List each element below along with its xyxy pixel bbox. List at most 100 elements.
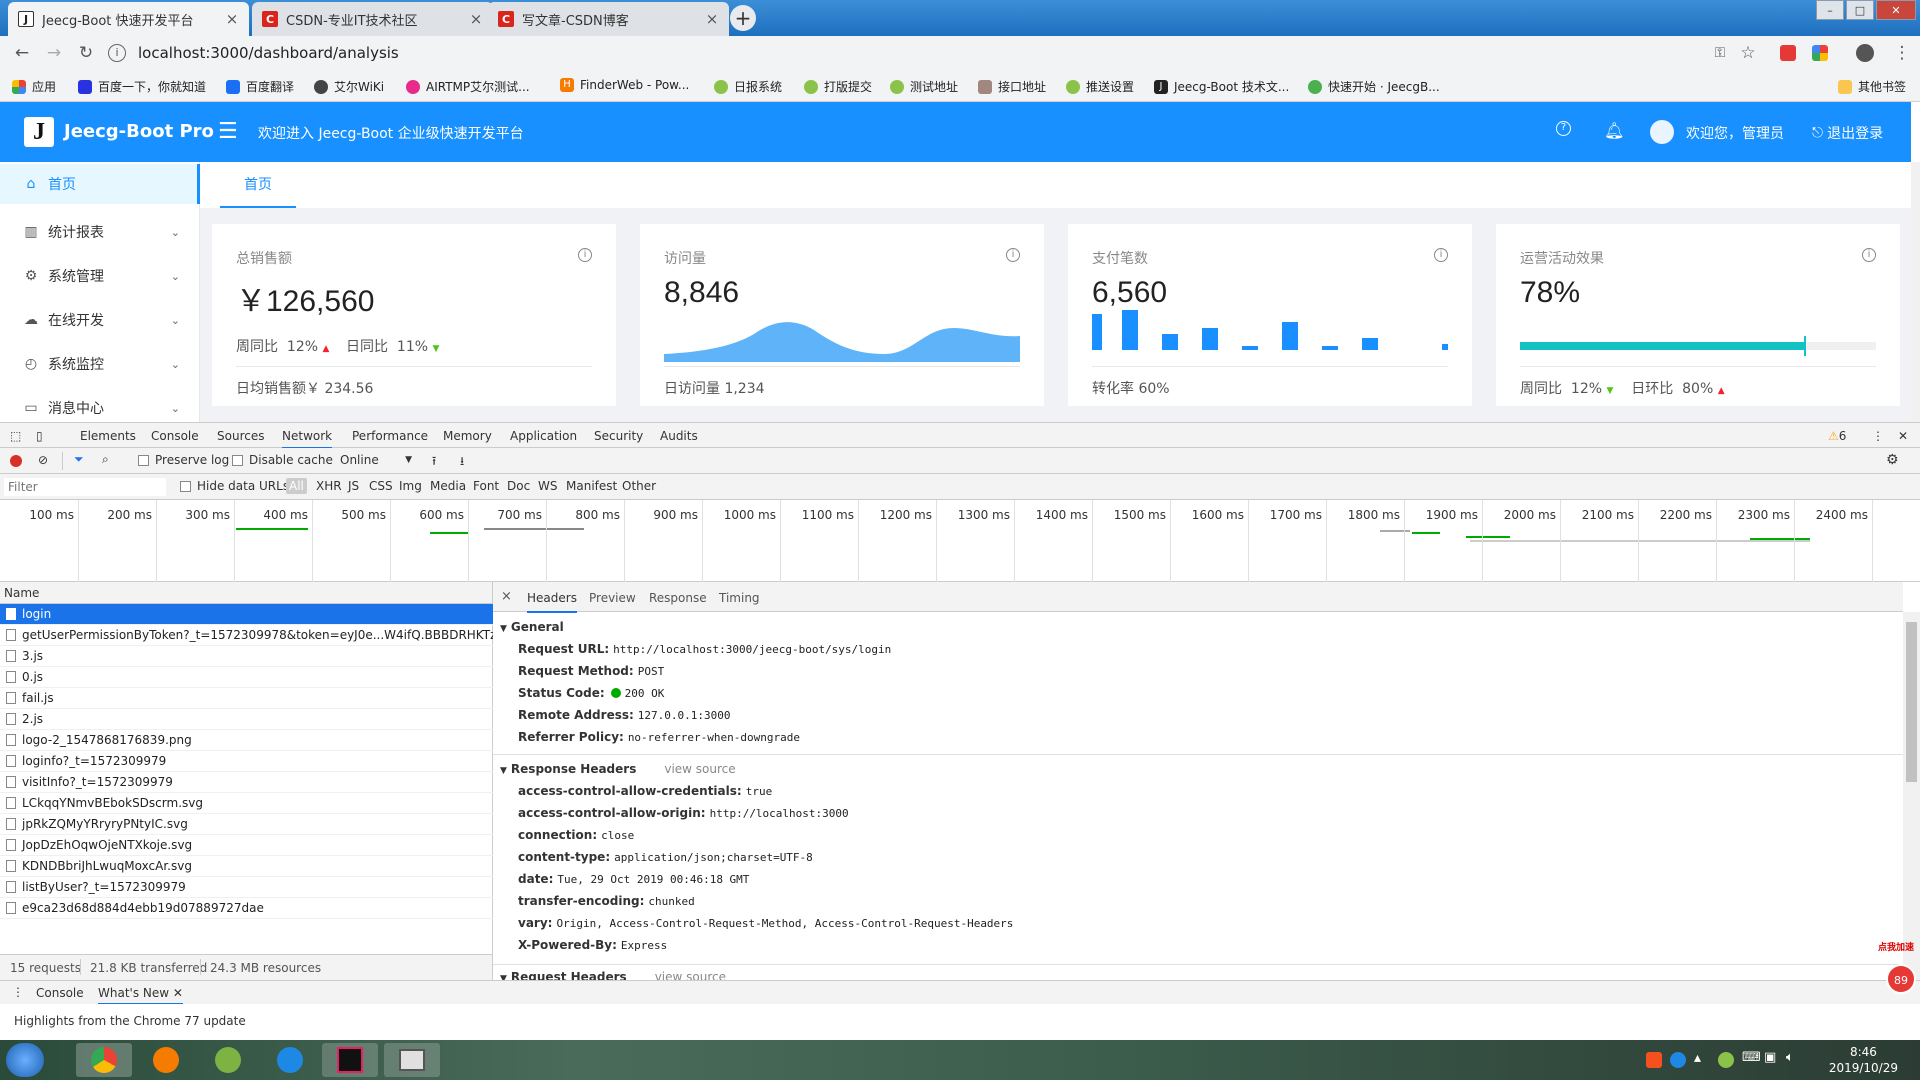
type-filter-media[interactable]: Media	[430, 479, 466, 493]
profile-icon[interactable]	[1856, 44, 1874, 62]
type-filter-ws[interactable]: WS	[538, 479, 557, 493]
bookmark-item[interactable]: 测试地址	[890, 78, 958, 95]
taskbar-app[interactable]	[200, 1043, 256, 1077]
type-filter-js[interactable]: JS	[348, 479, 359, 493]
extension-icon[interactable]	[1780, 45, 1796, 61]
start-button[interactable]	[6, 1043, 44, 1077]
taskbar-app[interactable]	[384, 1043, 440, 1077]
sidebar-item-reports[interactable]: ▥ 统计报表 ⌄	[0, 212, 200, 252]
avatar[interactable]	[1650, 120, 1674, 144]
maximize-button[interactable]: □	[1846, 0, 1874, 20]
user-name[interactable]: 欢迎您，管理员	[1686, 123, 1784, 143]
request-row[interactable]: loginfo?_t=1572309979	[0, 751, 493, 772]
key-icon[interactable]: ⚿	[1710, 43, 1730, 63]
tab-response[interactable]: Response	[649, 591, 707, 605]
window-close-button[interactable]: ✕	[1876, 0, 1916, 20]
request-row[interactable]: logo-2_1547868176839.png	[0, 730, 493, 751]
close-detail-icon[interactable]: ×	[501, 589, 512, 604]
throttle-select[interactable]: Online ▼	[340, 453, 412, 467]
sidebar-item-monitor[interactable]: ◴ 系统监控 ⌄	[0, 344, 200, 384]
extension-icon[interactable]	[1812, 45, 1828, 61]
info-icon[interactable]: i	[1006, 248, 1020, 262]
import-har-icon[interactable]: ⭱	[432, 452, 436, 473]
forward-icon[interactable]: →	[44, 43, 64, 63]
view-source-link[interactable]: view source	[655, 970, 726, 980]
tray-icon[interactable]	[1670, 1052, 1686, 1068]
bookmark-apps[interactable]: 应用	[12, 78, 56, 95]
type-filter-img[interactable]: Img	[399, 479, 422, 493]
devtools-close-icon[interactable]: ✕	[1898, 429, 1908, 443]
logout-button[interactable]: ⎋ 退出登录	[1812, 123, 1883, 143]
preserve-log-checkbox[interactable]: Preserve log	[138, 453, 229, 467]
export-har-icon[interactable]: ⭳	[460, 452, 464, 473]
panel-sources[interactable]: Sources	[217, 429, 264, 443]
bookmark-item[interactable]: 艾尔WiKi	[314, 78, 384, 95]
taskbar-app[interactable]	[262, 1043, 318, 1077]
bookmark-item[interactable]: 打版提交	[804, 78, 872, 95]
devtools-menu-icon[interactable]: ⋮	[1872, 429, 1884, 443]
panel-network[interactable]: Network	[282, 429, 333, 449]
warning-counter[interactable]: ⚠6	[1828, 429, 1846, 443]
browser-tab-csdn[interactable]: C CSDN-专业IT技术社区 ×	[252, 2, 493, 36]
type-filter-manifest[interactable]: Manifest	[566, 479, 617, 493]
request-row[interactable]: fail.js	[0, 688, 493, 709]
info-icon[interactable]: i	[1862, 248, 1876, 262]
menu-icon[interactable]: ⋮	[1892, 43, 1912, 63]
taskbar-chrome[interactable]	[76, 1043, 132, 1077]
type-filter-all[interactable]: All	[286, 478, 307, 494]
bookmark-item[interactable]: J Jeecg-Boot 技术文...	[1154, 78, 1289, 95]
other-bookmarks[interactable]: 其他书签	[1838, 78, 1906, 95]
request-list-header[interactable]: Name	[0, 582, 493, 604]
star-icon[interactable]: ☆	[1738, 43, 1758, 63]
bookmark-item[interactable]: H FinderWeb - Pow...	[560, 78, 689, 92]
panel-audits[interactable]: Audits	[660, 429, 698, 443]
drawer-menu-icon[interactable]: ⋮	[12, 985, 24, 999]
response-headers-section-header[interactable]: ▼ Response Headers view source	[500, 762, 736, 776]
bookmark-item[interactable]: 快速开始 · JeecgB...	[1308, 78, 1440, 95]
bookmark-item[interactable]: AIRTMP艾尔测试...	[406, 78, 530, 95]
settings-gear-icon[interactable]: ⚙	[1886, 452, 1899, 468]
tray-icon[interactable]	[1646, 1052, 1662, 1068]
hide-data-urls-checkbox[interactable]: Hide data URLs	[180, 479, 289, 493]
close-icon[interactable]: ×	[225, 10, 239, 28]
close-icon[interactable]: ×	[469, 10, 483, 28]
request-row[interactable]: LCkqqYNmvBEbokSDscrm.svg	[0, 793, 493, 814]
disable-cache-checkbox[interactable]: Disable cache	[232, 453, 333, 467]
type-filter-font[interactable]: Font	[473, 479, 499, 493]
tab-preview[interactable]: Preview	[589, 591, 636, 605]
browser-tab-csdn-write[interactable]: C 写文章-CSDN博客 ×	[488, 2, 729, 36]
type-filter-doc[interactable]: Doc	[507, 479, 530, 493]
request-row[interactable]: JopDzEhOqwOjeNTXkoje.svg	[0, 835, 493, 856]
type-filter-css[interactable]: CSS	[369, 479, 393, 493]
bookmark-item[interactable]: 百度翻译	[226, 78, 294, 95]
inspect-icon[interactable]: ⬚	[10, 429, 21, 443]
detail-scrollbar[interactable]	[1903, 612, 1920, 980]
info-icon[interactable]: i	[108, 44, 126, 62]
clear-icon[interactable]: ⊘	[38, 453, 48, 467]
scrollbar-thumb[interactable]	[1906, 622, 1917, 782]
sidebar-item-system[interactable]: ⚙ 系统管理 ⌄	[0, 256, 200, 296]
bell-icon[interactable]: 🔔︎	[1604, 121, 1624, 140]
bookmark-item[interactable]: 百度一下，你就知道	[78, 78, 206, 95]
sidebar-item-online-dev[interactable]: ☁ 在线开发 ⌄	[0, 300, 200, 340]
help-icon[interactable]: ?	[1556, 121, 1571, 136]
accelerator-widget[interactable]: 点我加速 89	[1872, 940, 1920, 994]
request-row[interactable]: 2.js	[0, 709, 493, 730]
minimize-button[interactable]: –	[1816, 0, 1844, 20]
request-row[interactable]: KDNDBbriJhLwuqMoxcAr.svg	[0, 856, 493, 877]
taskbar-clock[interactable]: 8:46 2019/10/29	[1829, 1044, 1898, 1076]
tray-icon[interactable]	[1718, 1052, 1734, 1068]
new-tab-button[interactable]: +	[730, 5, 756, 31]
tab-headers[interactable]: Headers	[527, 591, 577, 613]
panel-elements[interactable]: Elements	[80, 429, 136, 443]
record-icon[interactable]	[10, 455, 22, 467]
request-headers-section-header[interactable]: ▼ Request Headers view source	[500, 970, 726, 980]
general-section-header[interactable]: ▼ General	[500, 620, 564, 634]
bookmark-item[interactable]: 推送设置	[1066, 78, 1134, 95]
info-icon[interactable]: i	[1434, 248, 1448, 262]
close-icon[interactable]: ✕	[173, 986, 183, 1000]
filter-input[interactable]	[4, 478, 166, 496]
tray-expand-icon[interactable]: ▴	[1694, 1050, 1701, 1066]
request-row[interactable]: login	[0, 604, 493, 625]
panel-memory[interactable]: Memory	[443, 429, 492, 443]
